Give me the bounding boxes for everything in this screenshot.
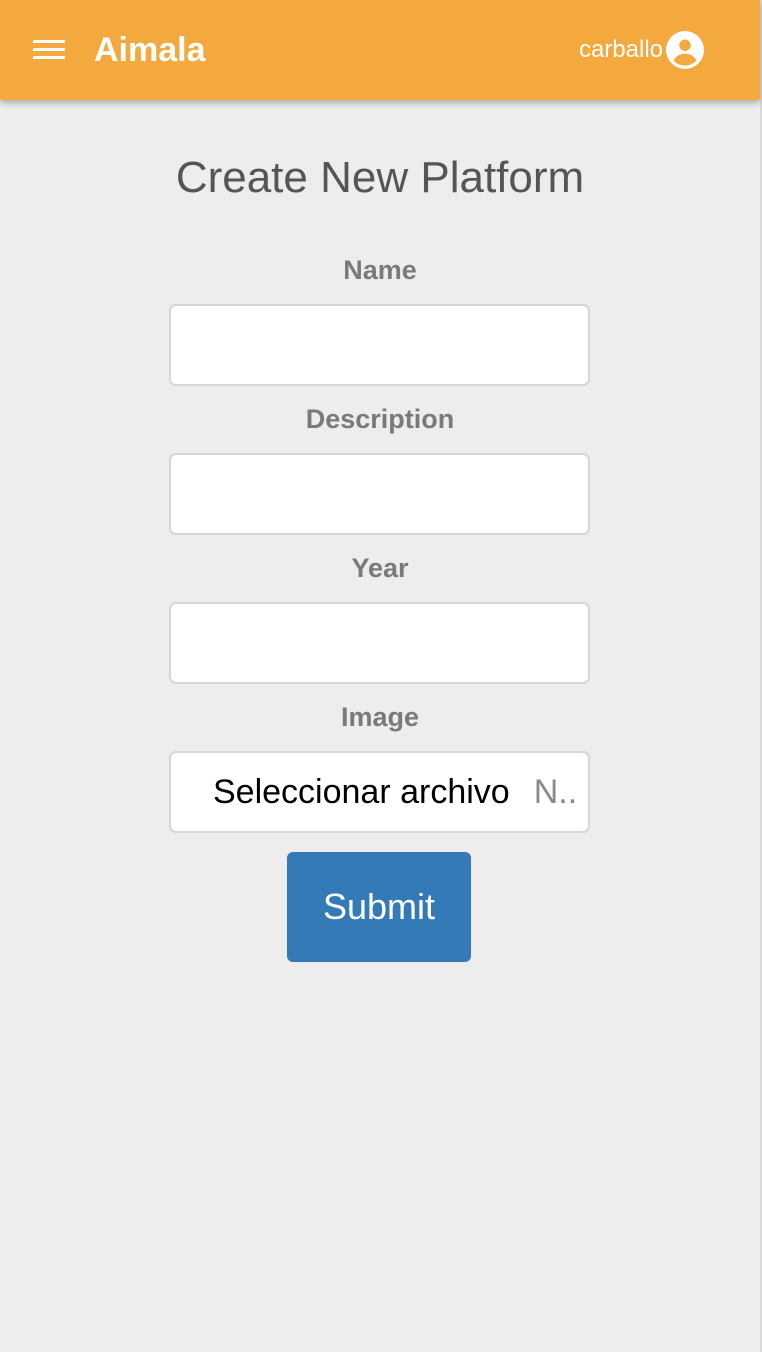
description-field-box bbox=[169, 453, 590, 535]
year-label: Year bbox=[351, 553, 409, 583]
choose-file-button[interactable]: Seleccionar archivo bbox=[213, 773, 510, 812]
description-label: Description bbox=[305, 404, 455, 434]
file-status-text: N.. bbox=[533, 772, 578, 811]
menu-icon-bar bbox=[33, 48, 65, 51]
year-input[interactable] bbox=[171, 604, 588, 682]
app-title[interactable]: Aimala bbox=[94, 28, 206, 72]
menu-icon-bar bbox=[33, 40, 65, 43]
user-menu[interactable]: carballo bbox=[579, 30, 704, 70]
account-circle-icon[interactable] bbox=[666, 31, 704, 69]
submit-button[interactable]: Submit bbox=[287, 852, 471, 962]
hamburger-menu-icon[interactable] bbox=[31, 36, 67, 64]
menu-icon-bar bbox=[33, 56, 65, 59]
name-label: Name bbox=[343, 255, 417, 285]
page-title: Create New Platform bbox=[175, 153, 585, 202]
name-input[interactable] bbox=[171, 306, 588, 384]
description-input[interactable] bbox=[171, 455, 588, 533]
app-bar: Aimala carballo bbox=[0, 0, 760, 100]
username[interactable]: carballo bbox=[579, 30, 663, 70]
image-file-input[interactable]: Seleccionar archivo N.. bbox=[169, 751, 590, 833]
image-label: Image bbox=[340, 702, 420, 732]
name-field-box bbox=[169, 304, 590, 386]
year-field-box bbox=[169, 602, 590, 684]
